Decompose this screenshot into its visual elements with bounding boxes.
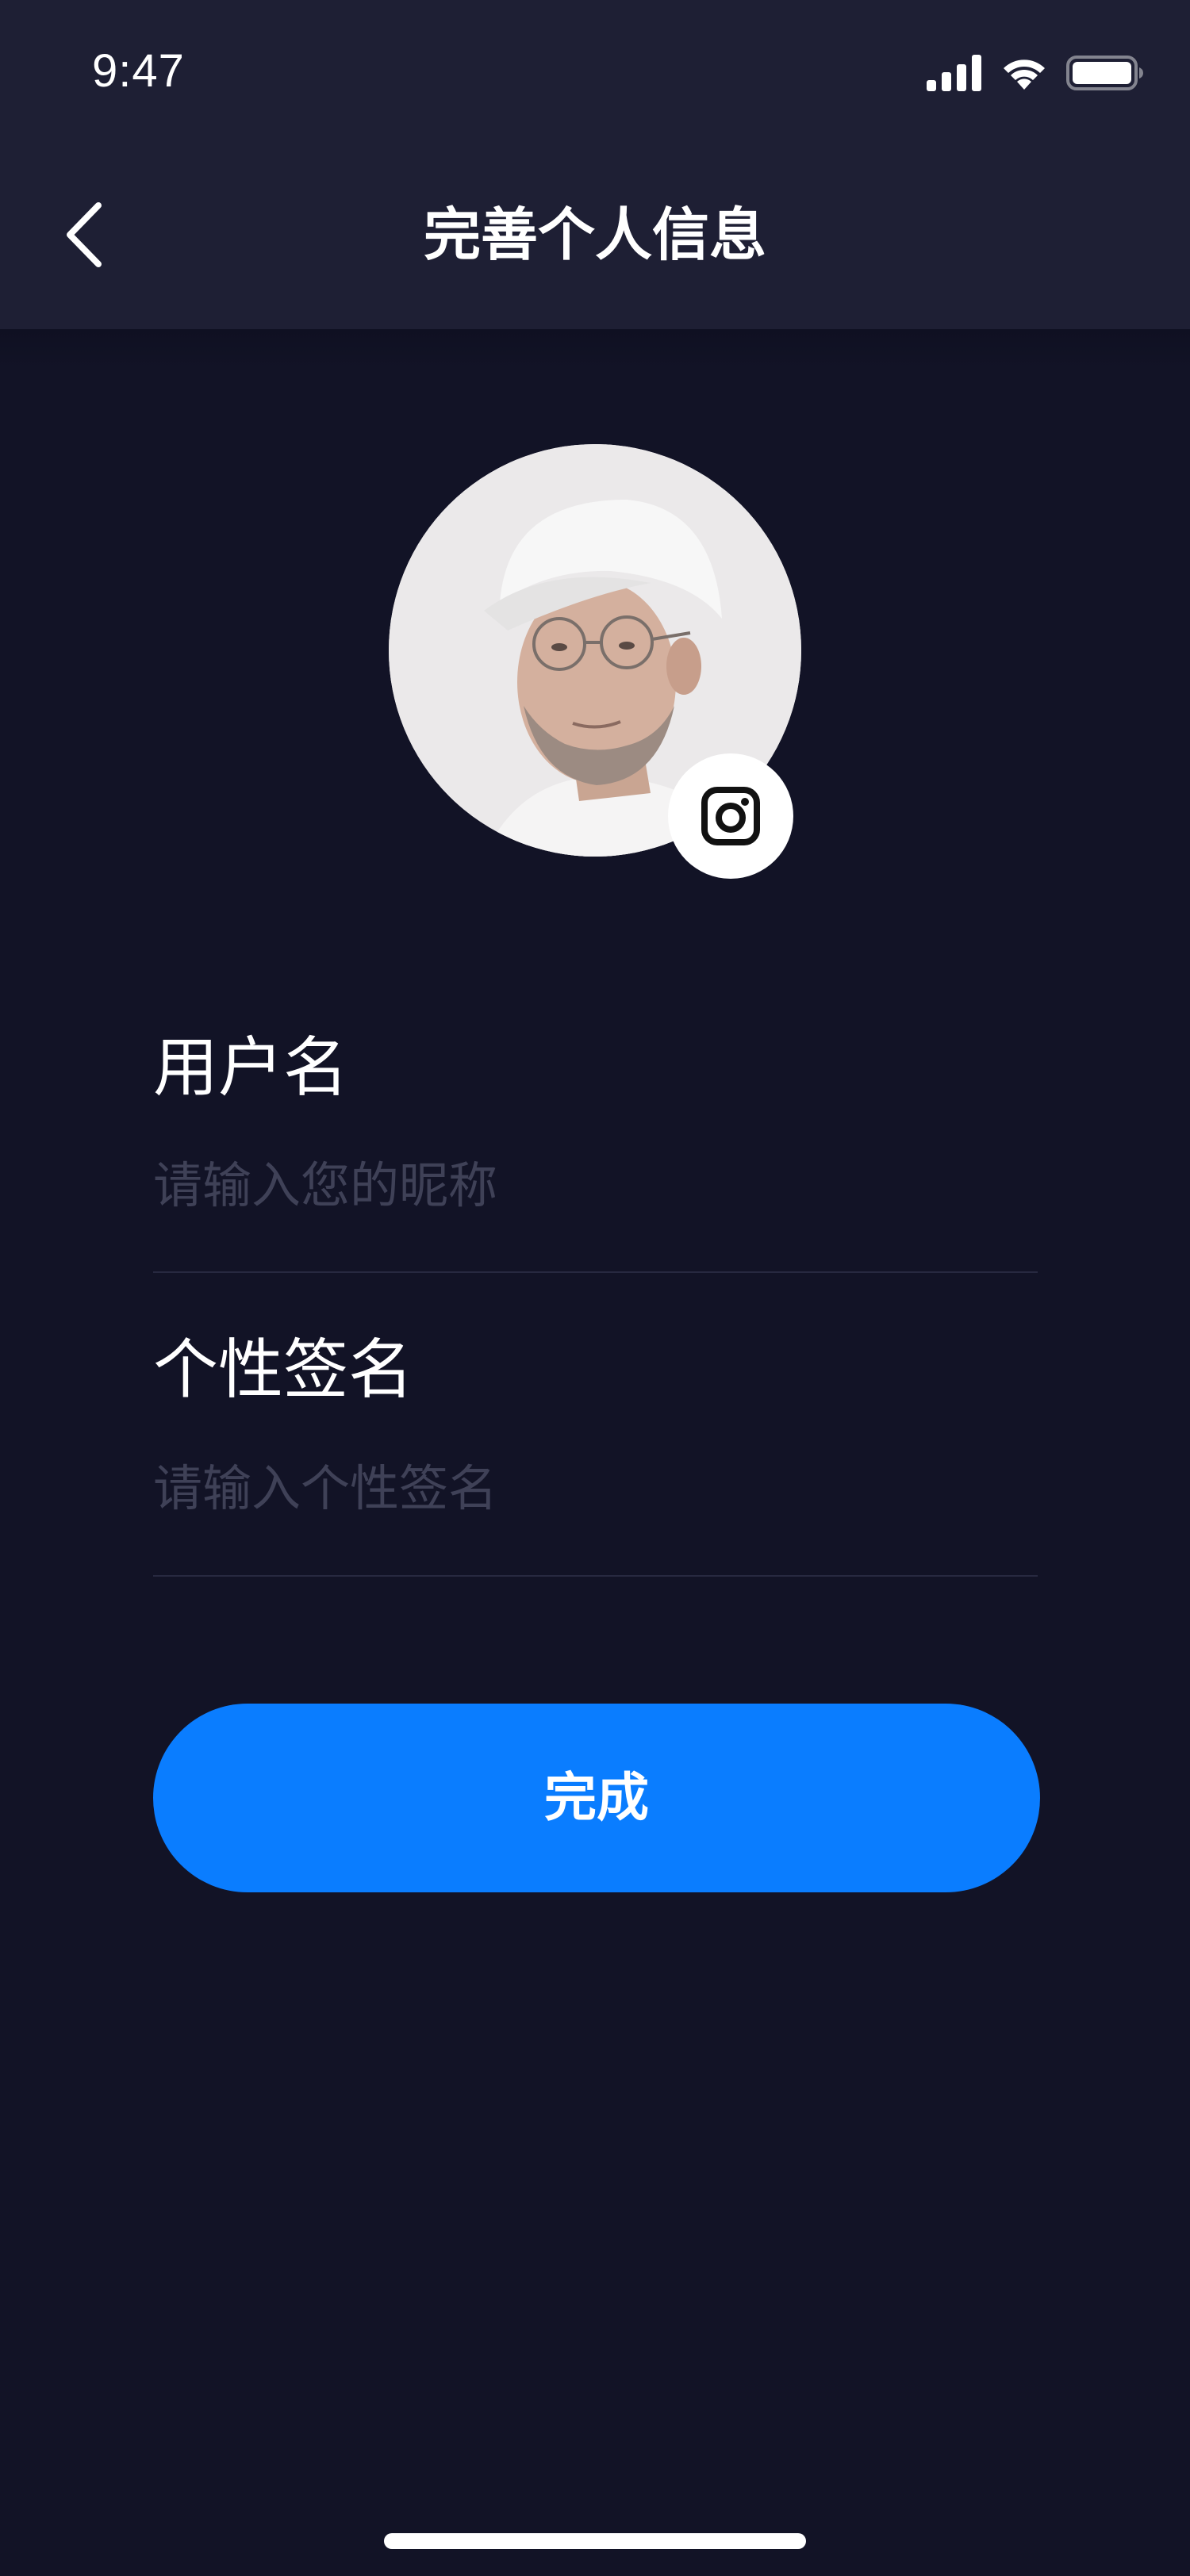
camera-icon [701, 787, 760, 845]
submit-button[interactable]: 完成 [153, 1704, 1040, 1892]
header: 9:47 完善个人信息 [0, 0, 1190, 329]
status-icons [927, 51, 1144, 95]
cellular-signal-icon [927, 55, 981, 91]
avatar-section [389, 444, 801, 879]
signature-input[interactable] [153, 1448, 1038, 1528]
signature-label: 个性签名 [153, 1332, 414, 1408]
wifi-icon [1004, 59, 1045, 90]
change-avatar-button[interactable] [668, 753, 793, 879]
status-time: 9:47 [92, 45, 185, 97]
profile-setup-screen: 9:47 完善个人信息 用户名 请输入您的昵称 个性签名 请输入个性签名 完成 [0, 0, 1190, 2576]
signature-divider [153, 1575, 1038, 1577]
username-label: 用户名 [153, 1030, 349, 1106]
username-divider [153, 1271, 1038, 1273]
page-title: 完善个人信息 [423, 201, 766, 268]
home-indicator[interactable] [384, 2533, 806, 2549]
header-divider [0, 329, 1190, 369]
username-input[interactable] [153, 1145, 1038, 1225]
battery-icon [1066, 56, 1143, 90]
